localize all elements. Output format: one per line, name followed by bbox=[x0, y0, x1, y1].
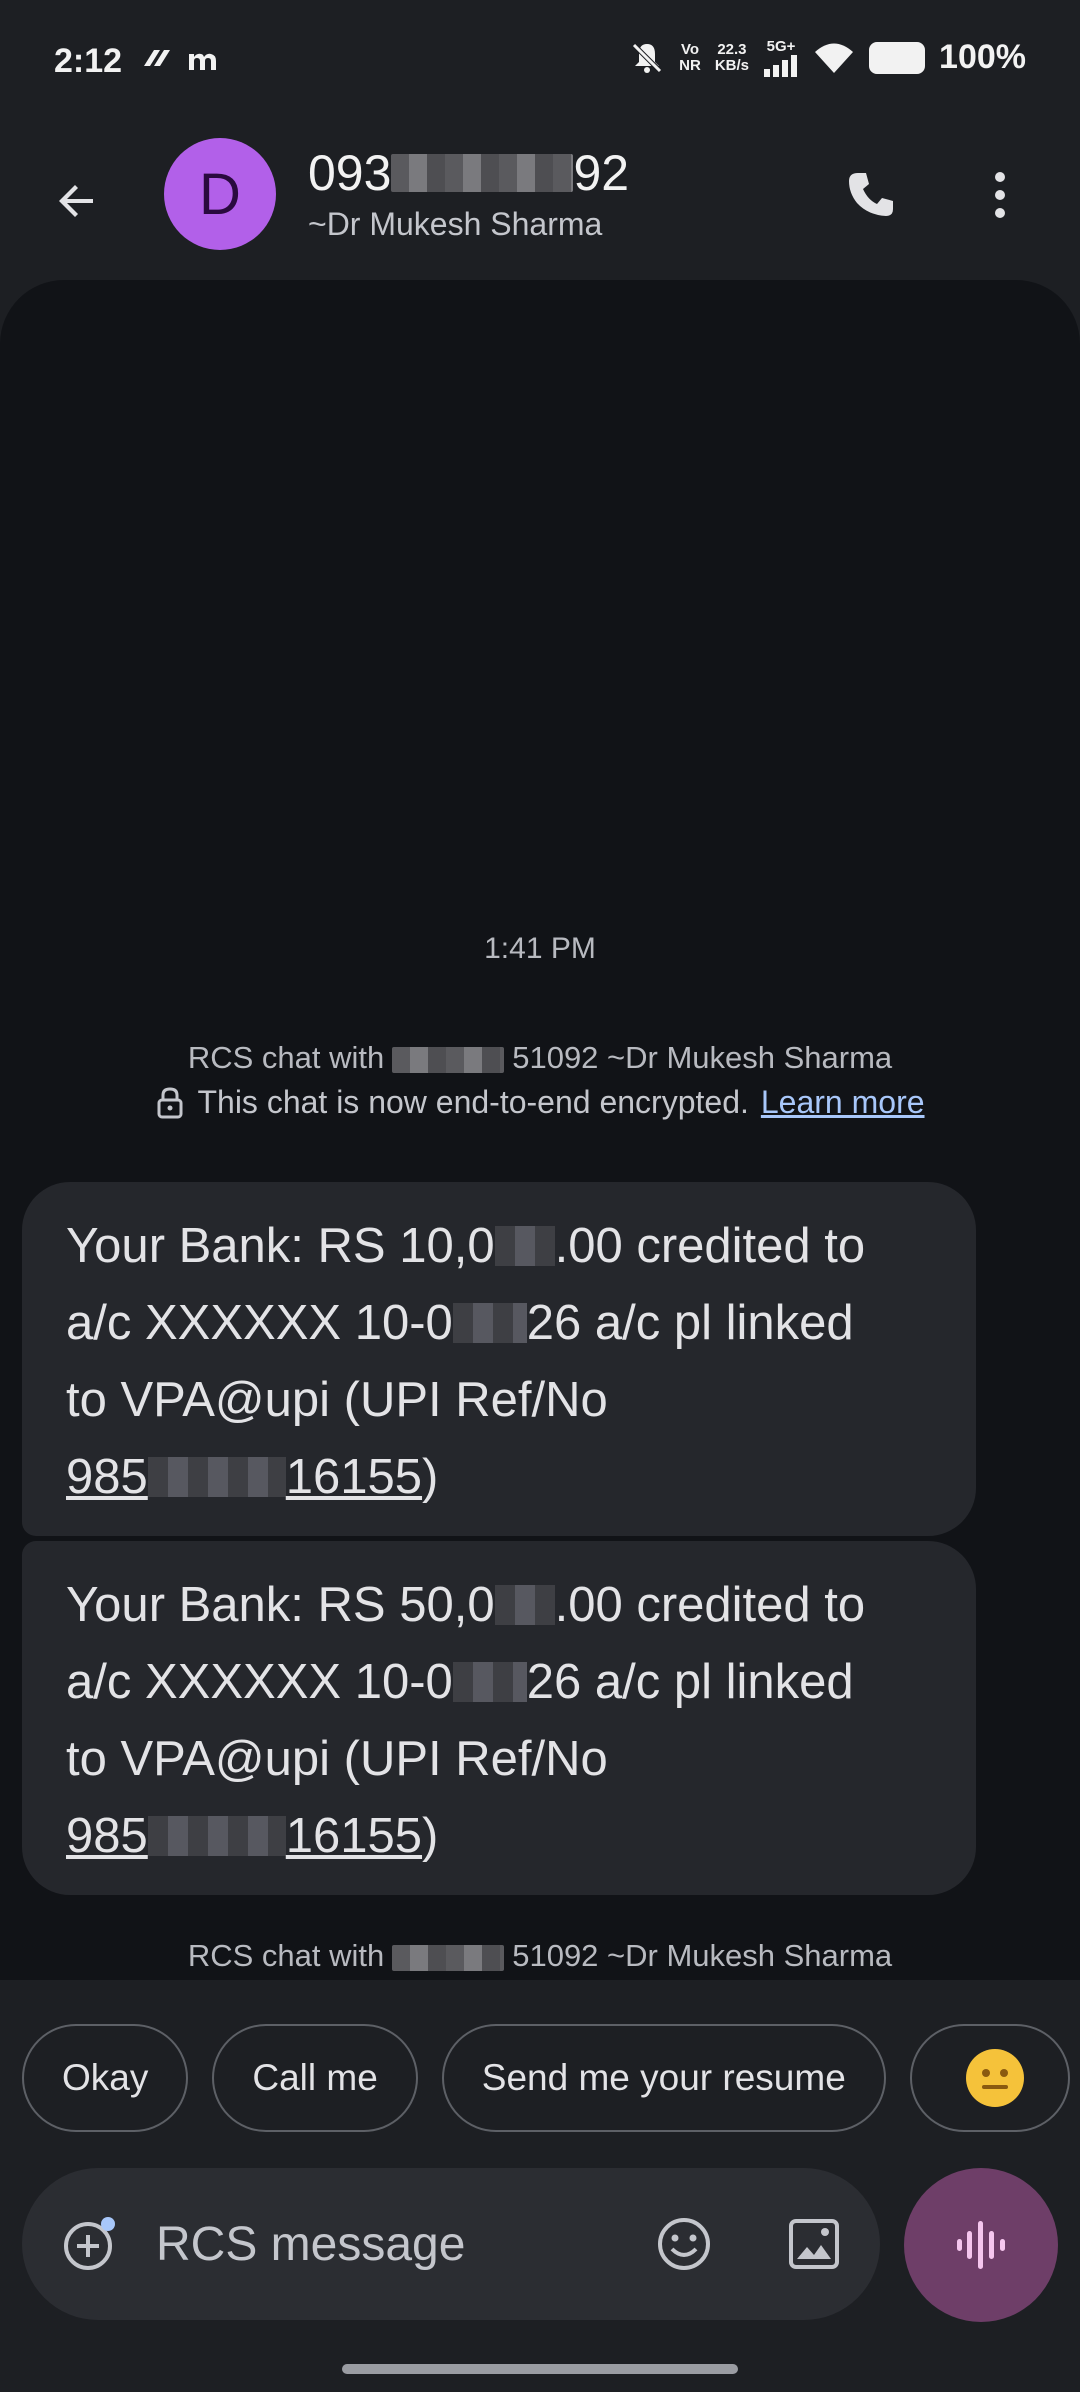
redacted-reference bbox=[147, 1816, 286, 1856]
gesture-navigation-bar[interactable] bbox=[342, 2364, 738, 2374]
call-button[interactable] bbox=[836, 160, 906, 230]
suggestion-chip-call-me[interactable]: Call me bbox=[212, 2024, 418, 2132]
lock-icon bbox=[157, 1086, 183, 1118]
contact-name: ~Dr Mukesh Sharma bbox=[308, 206, 603, 242]
back-button[interactable] bbox=[42, 166, 112, 236]
suggestion-chip-send-resume[interactable]: Send me your resume bbox=[441, 2024, 886, 2132]
message-bubble[interactable]: Your Bank: RS 50,0.00 credited to a/c XX… bbox=[22, 1541, 976, 1895]
redacted-reference bbox=[147, 1457, 286, 1497]
voice-message-button[interactable] bbox=[904, 2168, 1058, 2322]
signal-icon bbox=[764, 54, 798, 77]
more-options-button[interactable] bbox=[970, 160, 1030, 230]
attach-button[interactable] bbox=[56, 2210, 124, 2278]
emoji-button[interactable] bbox=[650, 2210, 718, 2278]
redacted-date bbox=[452, 1662, 527, 1702]
upi-reference-link[interactable]: 985 16155 bbox=[66, 1450, 422, 1504]
cellular-indicator: 5G+ bbox=[763, 38, 799, 77]
upi-reference-link[interactable]: 985 16155 bbox=[66, 1809, 422, 1863]
gallery-button[interactable] bbox=[780, 2210, 848, 2278]
encryption-notice: This chat is now end-to-end encrypted. L… bbox=[0, 1084, 1080, 1121]
mute-bell-icon bbox=[632, 42, 662, 73]
smart-reply-chips: Okay Call me Send me your resume bbox=[22, 2024, 1070, 2134]
rcs-info-bottom: RCS chat with 51092 ~Dr Mukesh Sharma bbox=[187, 1938, 893, 1973]
wifi-icon bbox=[815, 43, 854, 73]
notification-icons bbox=[140, 44, 220, 74]
encryption-text: This chat is now end-to-end encrypted. bbox=[197, 1084, 749, 1120]
redacted-digits bbox=[391, 154, 574, 192]
redacted-amount bbox=[494, 1585, 555, 1625]
add-circle-icon bbox=[64, 2217, 115, 2270]
number-suffix: 92 bbox=[573, 145, 630, 201]
suggestion-chip-emoji[interactable] bbox=[909, 2024, 1070, 2132]
volte-indicator: Vo NR bbox=[679, 40, 701, 74]
network-speed: 22.3 KB/s bbox=[714, 40, 750, 74]
redacted-date bbox=[452, 1303, 527, 1343]
battery-level: 100% bbox=[939, 38, 1026, 76]
conversation-header: D 093 92 ~Dr Mukesh Sharma bbox=[0, 130, 1080, 280]
more-vert-icon bbox=[995, 172, 1005, 218]
m-app-icon bbox=[189, 53, 216, 70]
arrow-back-icon bbox=[59, 185, 93, 217]
messages-app: 2:12 Vo NR 22.3 KB/s 5G+ 100% D 093 92 ~… bbox=[0, 0, 1080, 2392]
waveform-icon bbox=[957, 2221, 1005, 2269]
rcs-info-top: RCS chat with 51092 ~Dr Mukesh Sharma bbox=[187, 1040, 893, 1075]
contact-number[interactable]: 093 92 bbox=[308, 144, 629, 202]
system-status: Vo NR 22.3 KB/s 5G+ 100% bbox=[629, 38, 1026, 77]
message-bubble[interactable]: Your Bank: RS 10,0.00 credited to a/c XX… bbox=[22, 1182, 976, 1536]
app-notification-icon bbox=[144, 50, 170, 66]
message-timestamp: 1:41 PM bbox=[484, 932, 596, 965]
redacted-amount bbox=[494, 1226, 555, 1266]
compose-bar bbox=[22, 2168, 880, 2320]
redacted-number bbox=[392, 1944, 505, 1971]
learn-more-link[interactable]: Learn more bbox=[761, 1084, 925, 1121]
number-prefix: 093 bbox=[308, 145, 392, 201]
suggestion-chip-okay[interactable]: Okay bbox=[22, 2024, 189, 2132]
status-time: 2:12 bbox=[54, 42, 123, 80]
contact-avatar[interactable]: D bbox=[164, 138, 276, 250]
redacted-number bbox=[392, 1046, 505, 1073]
phone-icon bbox=[849, 173, 893, 216]
battery-icon bbox=[869, 41, 926, 74]
status-bar: 2:12 Vo NR 22.3 KB/s 5G+ 100% bbox=[0, 0, 1080, 130]
emoji-smile-icon bbox=[658, 2218, 710, 2270]
neutral-face-emoji-icon bbox=[965, 2049, 1024, 2107]
message-input[interactable] bbox=[154, 2204, 634, 2284]
image-icon bbox=[789, 2219, 839, 2269]
